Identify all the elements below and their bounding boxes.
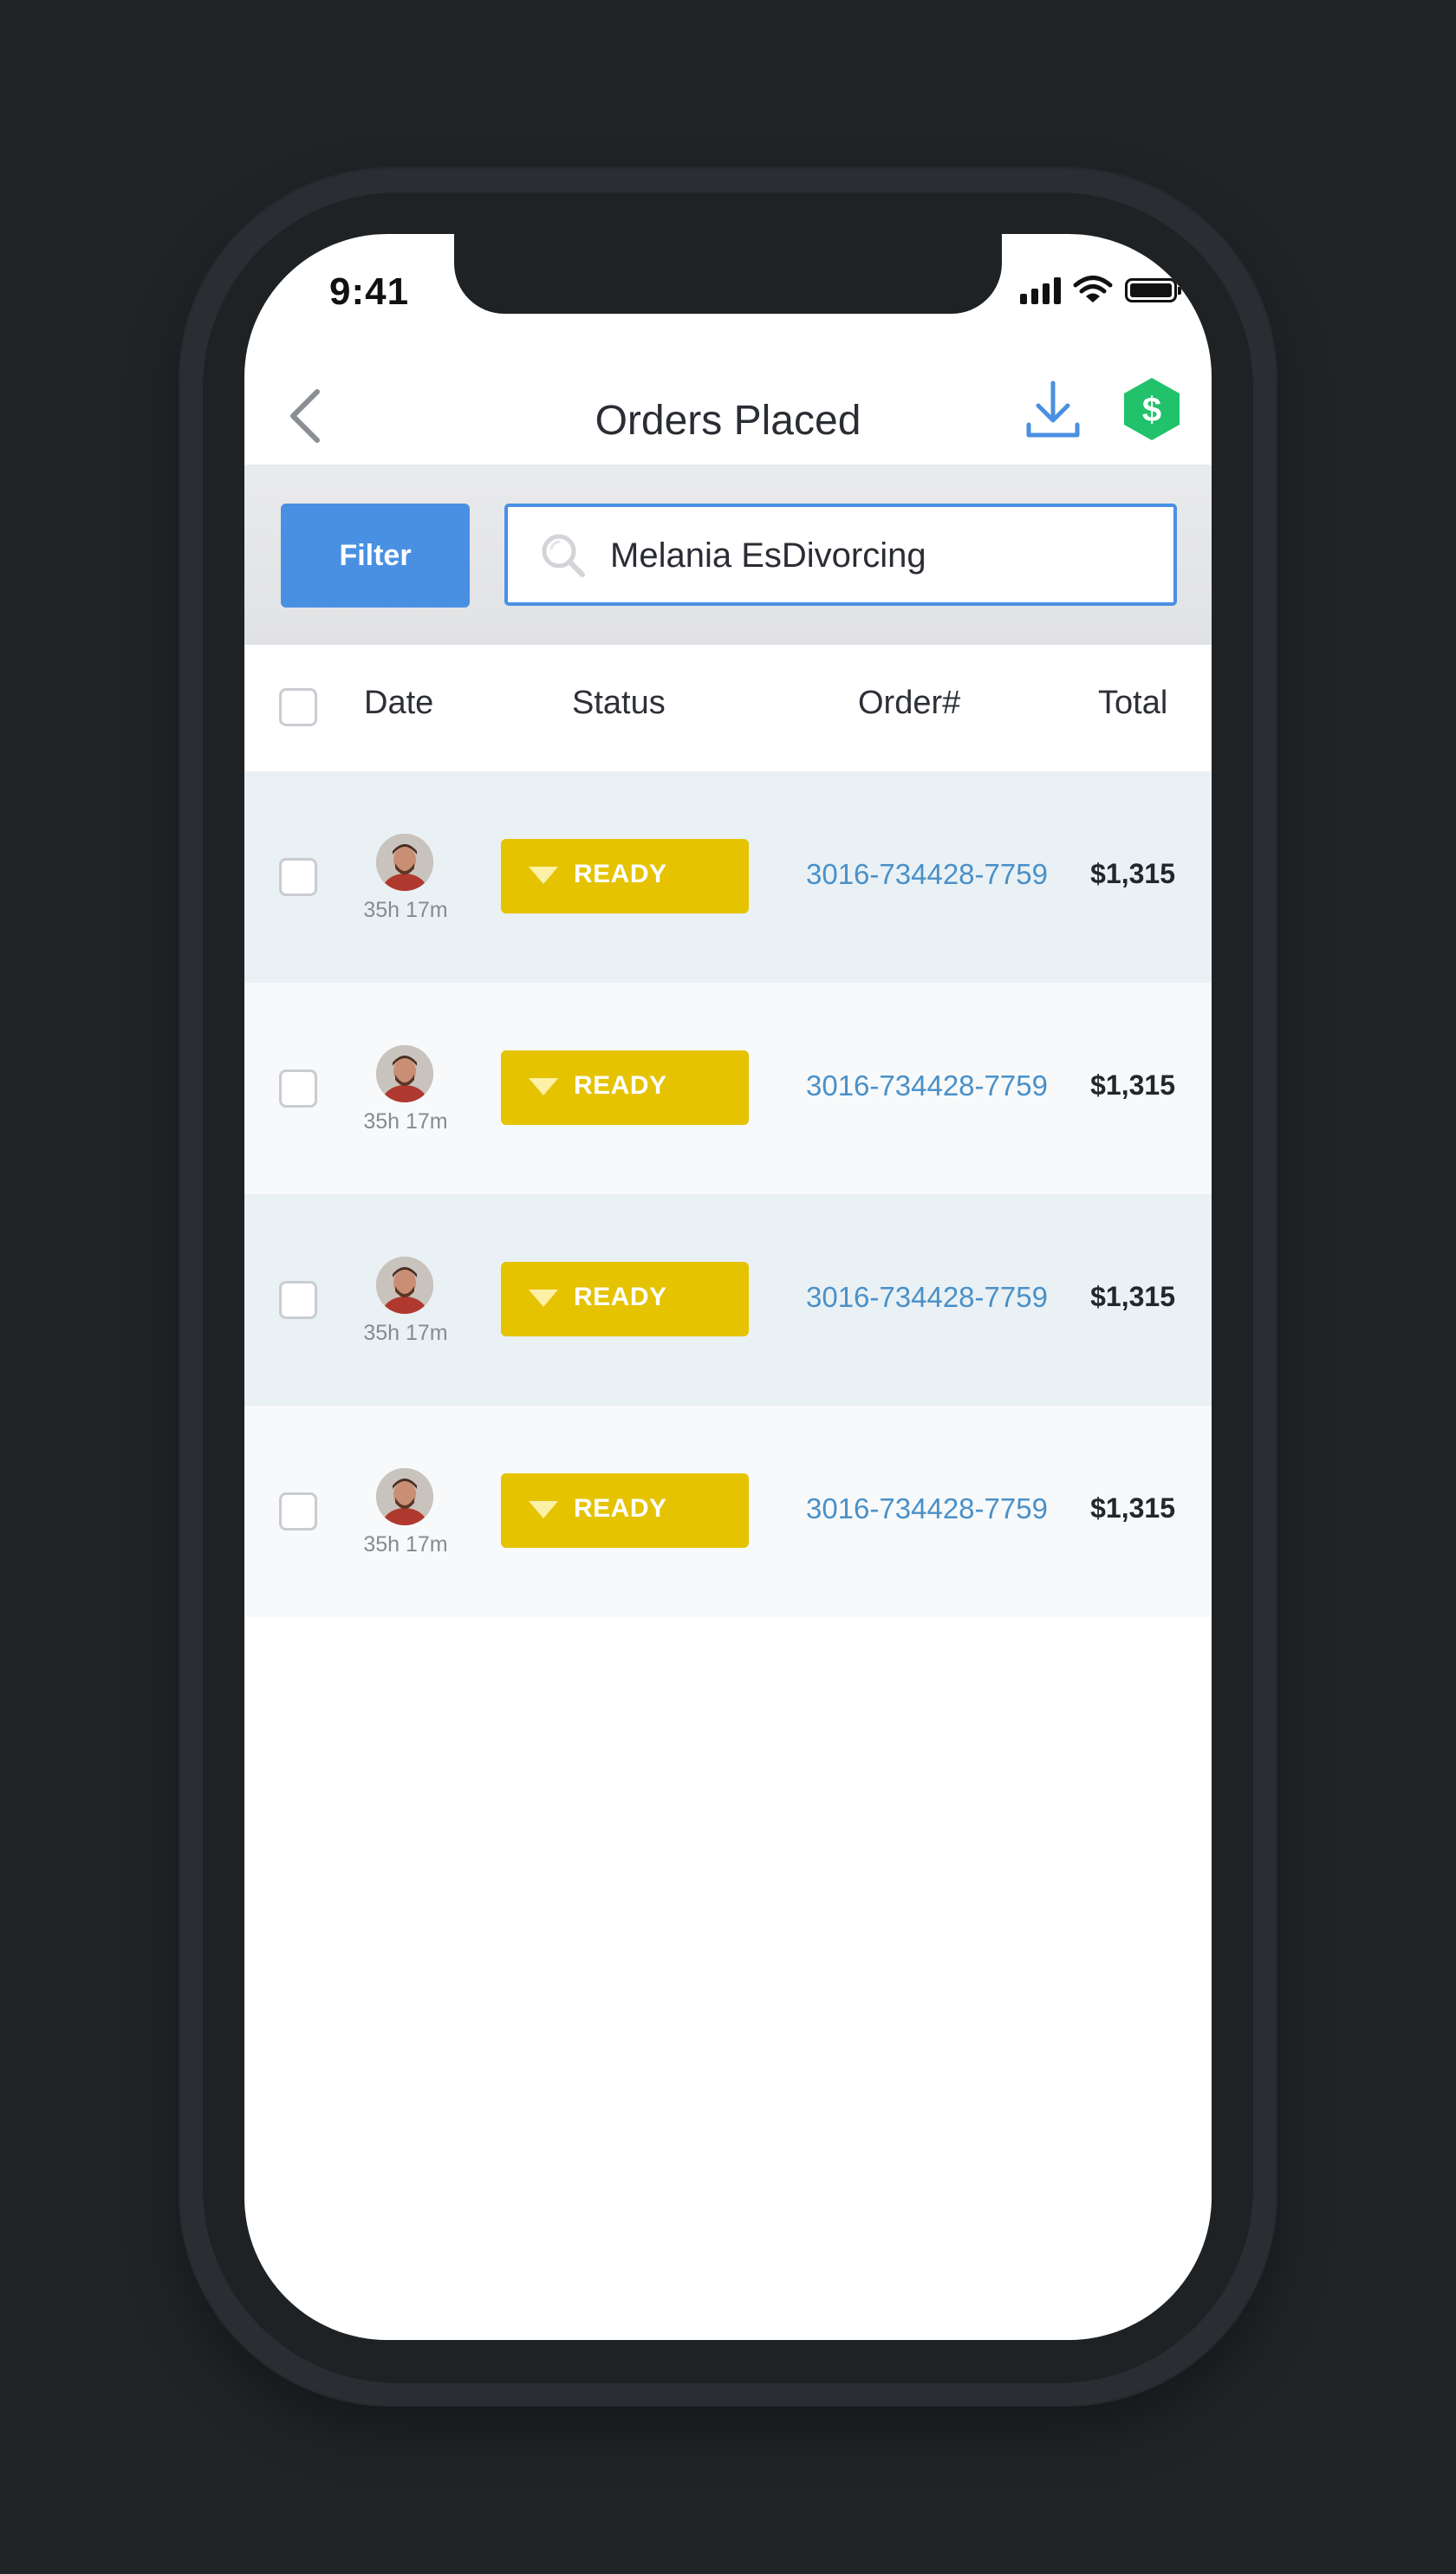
order-number-link[interactable]: 3016-734428-7759 [806, 858, 1048, 891]
row-date: 35h 17m [363, 1532, 448, 1557]
order-total: $1,315 [1090, 858, 1175, 889]
order-total: $1,315 [1090, 1492, 1175, 1524]
row-checkbox[interactable] [279, 1492, 317, 1531]
row-checkbox[interactable] [279, 1281, 317, 1319]
status-label: READY [574, 1071, 667, 1100]
avatar [376, 1045, 433, 1102]
signal-icon [1020, 276, 1061, 304]
status-label: READY [574, 1283, 667, 1311]
filter-button[interactable]: Filter [281, 504, 470, 608]
search-box[interactable] [504, 504, 1177, 606]
table-row[interactable]: 35h 17m READY 3016-734428-7759 $1,315 [244, 771, 1212, 983]
search-icon [542, 534, 585, 577]
table-row[interactable]: 35h 17m READY 3016-734428-7759 $1,315 [244, 1194, 1212, 1406]
caret-down-icon [529, 1290, 558, 1307]
search-input[interactable] [608, 507, 1149, 604]
battery-icon [1125, 278, 1181, 302]
avatar [376, 1257, 433, 1314]
table-header: Date Status Order# Total [244, 645, 1212, 771]
filter-bar: Filter [244, 465, 1212, 645]
device-notch [454, 234, 1002, 314]
status-dropdown[interactable]: READY [501, 839, 749, 913]
row-checkbox[interactable] [279, 1069, 317, 1108]
order-number-link[interactable]: 3016-734428-7759 [806, 1492, 1048, 1525]
caret-down-icon [529, 1501, 558, 1518]
caret-down-icon [529, 867, 558, 884]
row-checkbox[interactable] [279, 858, 317, 896]
app-screen: 9:41 Orders Placed $ Filter Melania EsDi… [244, 234, 1212, 2340]
status-dropdown[interactable]: READY [501, 1473, 749, 1548]
download-icon[interactable] [1024, 380, 1082, 442]
svg-text:$: $ [1142, 391, 1161, 429]
order-number-link[interactable]: 3016-734428-7759 [806, 1069, 1048, 1102]
caret-down-icon [529, 1078, 558, 1095]
status-time: 9:41 [329, 270, 410, 313]
row-date: 35h 17m [363, 898, 448, 922]
status-dropdown[interactable]: READY [501, 1050, 749, 1125]
dollar-badge-icon[interactable]: $ [1121, 376, 1182, 442]
table-row[interactable]: 35h 17m READY 3016-734428-7759 $1,315 [244, 983, 1212, 1194]
status-icons [1020, 276, 1181, 305]
select-all-checkbox[interactable] [279, 688, 317, 726]
status-label: READY [574, 1494, 667, 1523]
order-total: $1,315 [1090, 1069, 1175, 1101]
column-header-total[interactable]: Total [1098, 685, 1167, 722]
row-date: 35h 17m [363, 1109, 448, 1134]
column-header-order[interactable]: Order# [858, 685, 960, 722]
table-row[interactable]: 35h 17m READY 3016-734428-7759 $1,315 [244, 1406, 1212, 1617]
column-header-date[interactable]: Date [364, 685, 433, 722]
avatar [376, 1468, 433, 1525]
wifi-icon [1073, 276, 1113, 302]
order-total: $1,315 [1090, 1281, 1175, 1312]
nav-bar: Orders Placed $ [244, 338, 1212, 466]
status-label: READY [574, 860, 667, 888]
avatar [376, 834, 433, 891]
column-header-status[interactable]: Status [572, 685, 666, 722]
order-number-link[interactable]: 3016-734428-7759 [806, 1281, 1048, 1314]
status-dropdown[interactable]: READY [501, 1262, 749, 1336]
row-date: 35h 17m [363, 1321, 448, 1345]
